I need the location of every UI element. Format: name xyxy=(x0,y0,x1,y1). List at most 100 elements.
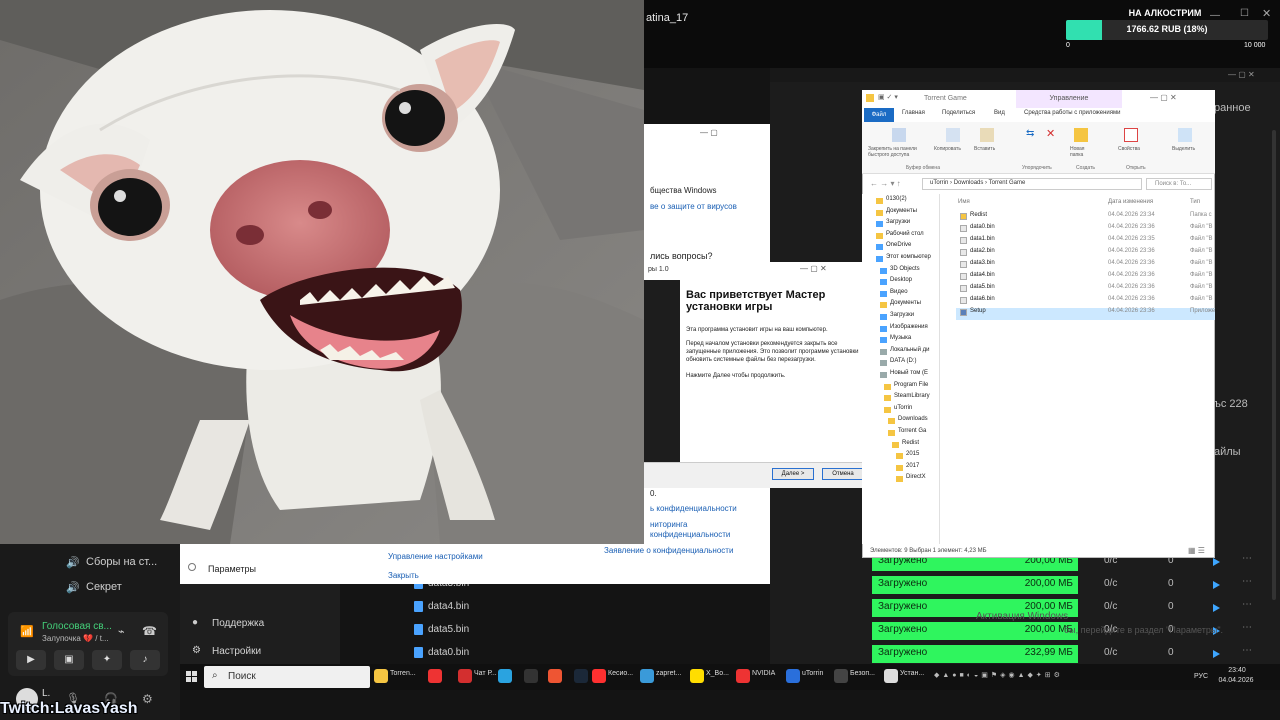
column-date[interactable]: Дата изменения xyxy=(1108,199,1153,205)
menu-item-support[interactable]: Поддержка xyxy=(212,618,264,629)
taskbar-app-icon[interactable] xyxy=(884,669,898,683)
clock-time[interactable]: 23:40 xyxy=(1218,667,1256,674)
properties-icon[interactable] xyxy=(1124,128,1138,142)
activities-button[interactable]: ✦ xyxy=(92,650,122,670)
channel-item[interactable]: Сборы на ст... xyxy=(86,556,157,568)
torrent-sidebar-text[interactable]: айлы xyxy=(1214,446,1241,458)
nav-item[interactable]: DATA (D:) xyxy=(890,358,916,364)
column-type[interactable]: Тип xyxy=(1190,199,1200,205)
taskbar-app-label[interactable]: uTorrin xyxy=(802,670,823,677)
play-icon[interactable] xyxy=(1213,604,1220,612)
nav-item[interactable]: OneDrive xyxy=(886,242,911,248)
taskbar-app-icon[interactable] xyxy=(592,669,606,683)
screen-share-button[interactable]: ▣ xyxy=(54,650,84,670)
taskbar-app-icon[interactable] xyxy=(786,669,800,683)
copy-icon[interactable] xyxy=(946,128,960,142)
taskbar-app-label[interactable]: Устан... xyxy=(900,670,924,677)
delete-icon[interactable]: ✕ xyxy=(1046,127,1055,140)
manage-tab[interactable]: Управление xyxy=(1016,95,1122,102)
file-name[interactable]: data0.bin xyxy=(970,224,995,230)
installer-window-controls[interactable]: — ▢ ✕ xyxy=(800,264,827,273)
column-name[interactable]: Имя xyxy=(958,199,970,205)
play-icon[interactable] xyxy=(1213,558,1220,566)
next-button[interactable]: Далее > xyxy=(772,468,814,480)
file-name[interactable]: data2.bin xyxy=(970,248,995,254)
nav-item[interactable]: Локальный ди xyxy=(890,347,930,353)
taskbar-search-label[interactable]: Поиск xyxy=(228,671,256,682)
taskbar-app-label[interactable]: NVIDIA xyxy=(752,670,775,677)
paste-button-label[interactable]: Вставить xyxy=(974,146,995,152)
explorer-window-controls[interactable]: — ▢ ✕ xyxy=(1150,93,1177,102)
breadcrumb-item[interactable]: Downloads xyxy=(954,180,984,186)
more-icon[interactable]: ⋯ xyxy=(1242,576,1252,587)
channel-item[interactable]: Секрет xyxy=(86,581,122,593)
taskbar-app-label[interactable]: Х_Во... xyxy=(706,670,729,677)
tab-app-tools[interactable]: Средства работы с приложениями xyxy=(1024,110,1120,116)
privacy-link-2[interactable]: конфиденциальности xyxy=(650,530,730,539)
taskbar-pinned-icon[interactable] xyxy=(428,669,442,683)
settings-label[interactable]: Параметры xyxy=(208,564,256,574)
copy-button-label[interactable]: Копировать xyxy=(934,146,961,152)
menu-item-settings[interactable]: Настройки xyxy=(212,646,261,657)
file-name[interactable]: Redist xyxy=(970,212,987,218)
soundboard-button[interactable]: ♪ xyxy=(130,650,160,670)
nav-item[interactable]: 3D Objects xyxy=(890,266,920,272)
taskbar-app-label[interactable]: Безоп... xyxy=(850,670,875,677)
properties-label[interactable]: Свойства xyxy=(1118,146,1140,152)
nav-item[interactable]: DirectX xyxy=(906,474,926,480)
taskbar-pinned-icon[interactable] xyxy=(524,669,538,683)
search-input[interactable]: Поиск в: To... xyxy=(1146,178,1212,190)
tab-home[interactable]: Главная xyxy=(902,110,925,116)
select-icon[interactable] xyxy=(1178,128,1192,142)
view-toggle-icons[interactable]: ▦ ☰ xyxy=(1188,546,1205,555)
nav-item[interactable]: Torrent Ga xyxy=(898,428,926,434)
tray-icons[interactable]: ◆▲●■◐◒▣⚑◈◉▲◆✦⊞⚙ xyxy=(934,671,1063,679)
file-name[interactable]: data6.bin xyxy=(970,296,995,302)
nav-item[interactable]: Program File xyxy=(894,382,928,388)
more-icon[interactable]: ⋯ xyxy=(1242,622,1252,633)
nav-item[interactable]: Загрузки xyxy=(890,312,914,318)
torrent-scrollbar[interactable] xyxy=(1272,130,1276,600)
pin-button-label[interactable]: Закрепить на панели быстрого доступа xyxy=(868,146,932,158)
file-name[interactable]: Setup xyxy=(970,308,986,314)
breadcrumb-item[interactable]: Torrent Game xyxy=(989,180,1026,186)
taskbar-app-label[interactable]: zapret... xyxy=(656,670,681,677)
nav-item[interactable]: Загрузки xyxy=(886,219,910,225)
language-indicator[interactable]: РУС xyxy=(1194,673,1208,680)
play-icon[interactable] xyxy=(1213,581,1220,589)
taskbar-app-icon[interactable] xyxy=(834,669,848,683)
taskbar-app-icon[interactable] xyxy=(640,669,654,683)
monitoring-link[interactable]: ниторинга xyxy=(650,520,687,529)
window-controls[interactable]: — ▢ xyxy=(700,128,718,137)
paste-icon[interactable] xyxy=(980,128,994,142)
nav-back-forward-icons[interactable]: ← → ▾ ↑ xyxy=(870,179,901,188)
quick-access-icons[interactable]: ▣ ✓ ▾ xyxy=(878,93,898,101)
download-file-name[interactable]: data4.bin xyxy=(428,601,469,612)
select-label[interactable]: Выделить xyxy=(1172,146,1195,152)
nav-item[interactable]: Документы xyxy=(886,208,917,214)
minimize-icon[interactable]: — xyxy=(1210,10,1220,21)
more-icon[interactable]: ⋯ xyxy=(1242,645,1252,656)
file-name[interactable]: data1.bin xyxy=(970,236,995,242)
windows-start-icon[interactable] xyxy=(186,670,198,682)
nav-item[interactable]: 2017 xyxy=(906,463,919,469)
file-name[interactable]: data4.bin xyxy=(970,272,995,278)
new-folder-label[interactable]: Новая папка xyxy=(1070,146,1094,158)
more-icon[interactable]: ⋯ xyxy=(1242,599,1252,610)
camera-button[interactable]: ▶ xyxy=(16,650,46,670)
more-icon[interactable]: ⋯ xyxy=(1242,553,1252,564)
taskbar-pinned-icon[interactable] xyxy=(498,669,512,683)
torrent-window-controls[interactable]: — ▢ ✕ xyxy=(1228,70,1255,79)
nav-item[interactable]: Этот компьютер xyxy=(886,254,931,260)
move-icon[interactable]: ⇆ xyxy=(1026,128,1034,139)
tab-share[interactable]: Поделиться xyxy=(942,110,975,116)
nav-item[interactable]: 2015 xyxy=(906,451,919,457)
breadcrumb-item[interactable]: uTorrin xyxy=(930,180,948,186)
security-link[interactable]: ве о защите от вирусов xyxy=(650,202,737,211)
privacy-statement-link[interactable]: Заявление о конфиденциальности xyxy=(604,546,733,555)
taskbar-pinned-icon[interactable] xyxy=(574,669,588,683)
nav-item[interactable]: Downloads xyxy=(898,416,928,422)
close-link[interactable]: Закрыть xyxy=(388,571,419,580)
taskbar-app-label[interactable]: Кесио... xyxy=(608,670,633,677)
cancel-button[interactable]: Отмена xyxy=(822,468,864,480)
